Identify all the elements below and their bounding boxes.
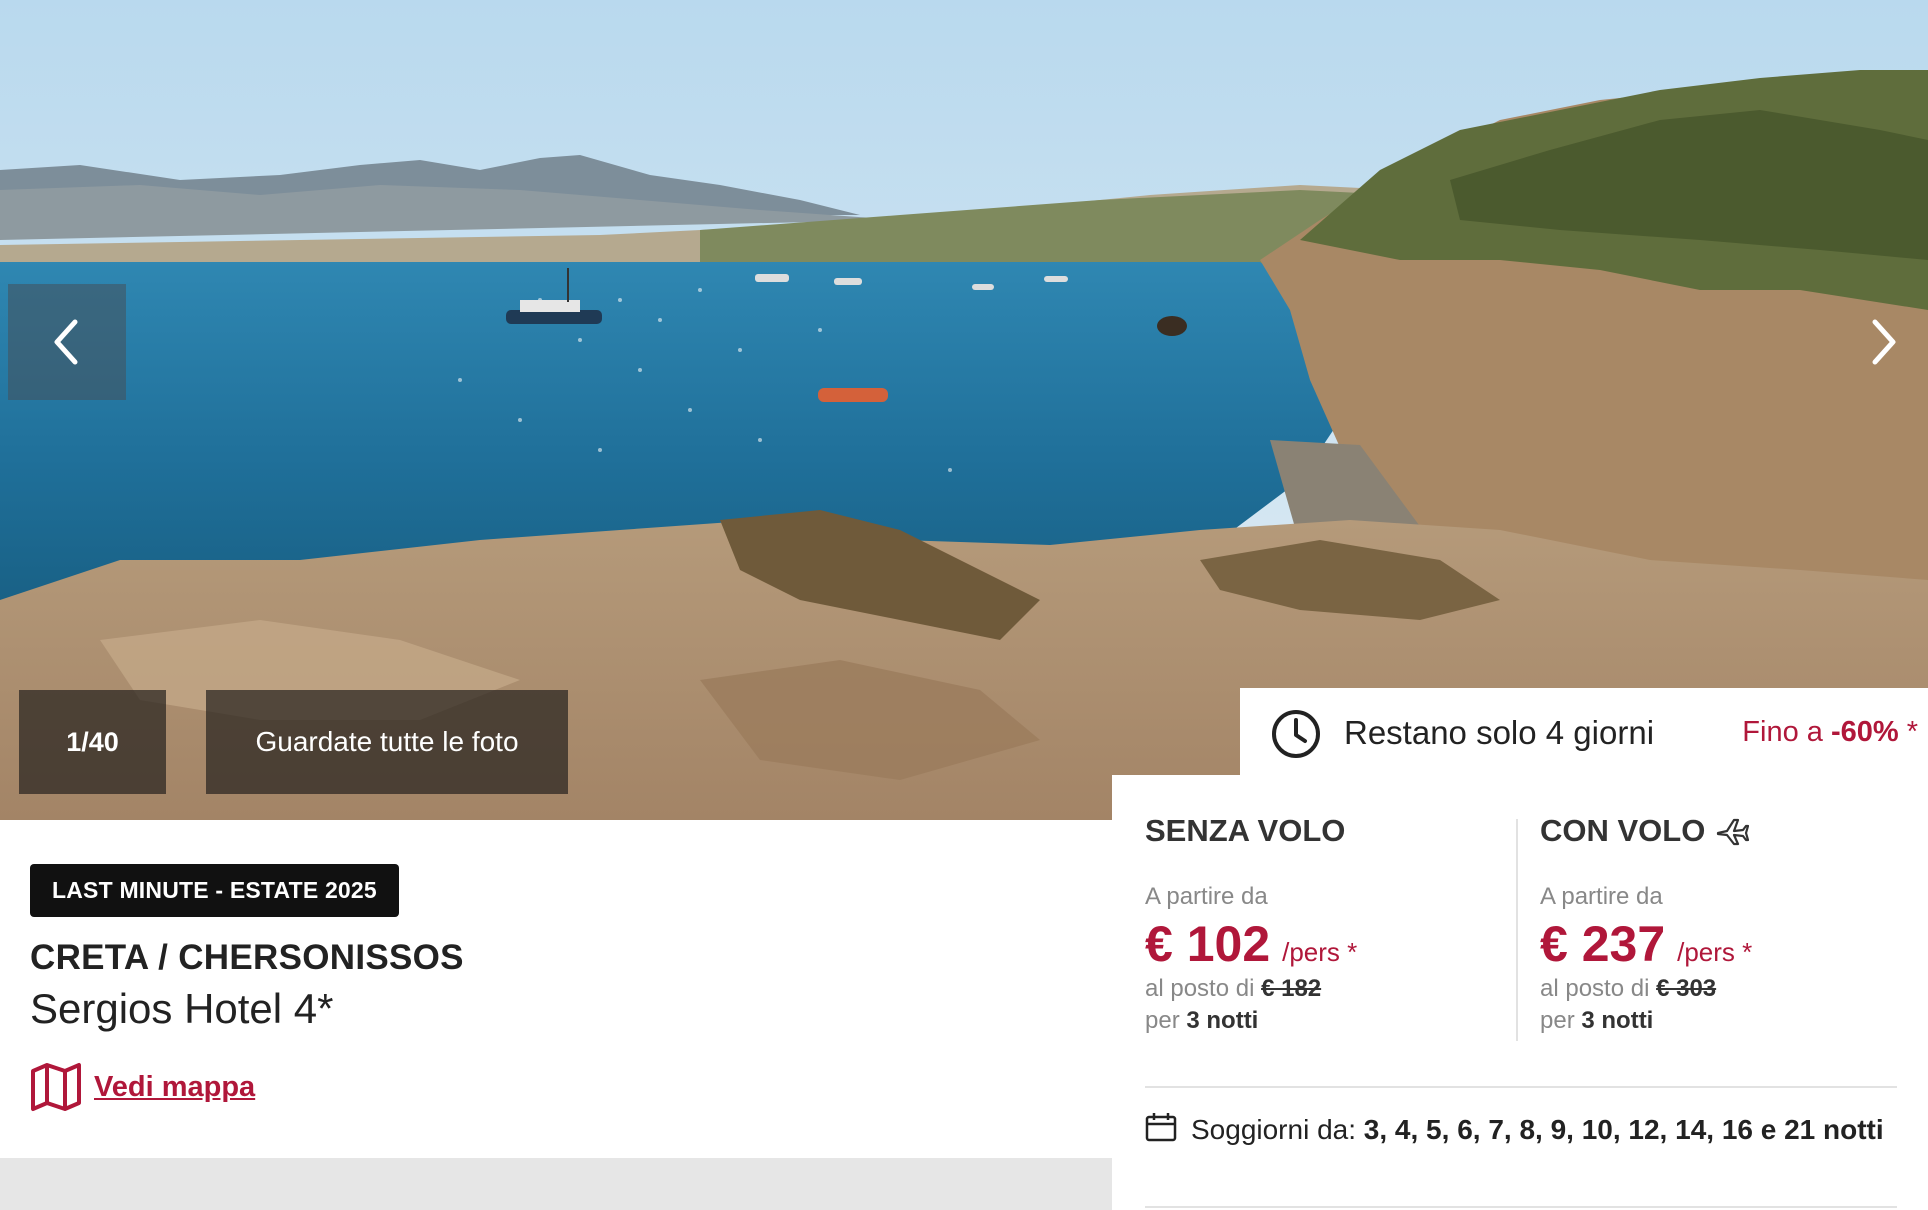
chevron-left-icon <box>54 319 78 365</box>
view-map-label[interactable]: Vedi mappa <box>94 1071 255 1104</box>
next-photo-button[interactable] <box>1838 284 1928 400</box>
discount-value: -60% <box>1830 716 1899 748</box>
section-divider <box>1145 1086 1897 1088</box>
nights-count: 3 notti <box>1581 1007 1654 1034</box>
with-flight-column[interactable]: CON VOLO A partire da € 237 /pers * al p… <box>1540 811 1900 1035</box>
chevron-right-icon <box>1872 319 1896 365</box>
view-all-photos-button[interactable]: Guardate tutte le foto <box>206 690 568 794</box>
nights-line: per 3 notti <box>1540 1007 1654 1034</box>
destination-title: CRETA / CHERSONISSOS <box>30 938 464 977</box>
prev-photo-button[interactable] <box>8 284 126 400</box>
without-flight-column[interactable]: SENZA VOLO A partire da € 102 /pers * al… <box>1145 811 1505 1035</box>
from-label: A partire da <box>1145 883 1268 910</box>
column-divider <box>1516 819 1518 1041</box>
nights-count: 3 notti <box>1186 1007 1259 1034</box>
plane-icon <box>1717 818 1750 846</box>
stays-label: Soggiorni da: <box>1191 1114 1364 1145</box>
per-person-label: /pers * <box>1677 937 1753 967</box>
with-flight-title: CON VOLO <box>1540 811 1900 851</box>
offer-badge: LAST MINUTE - ESTATE 2025 <box>30 864 399 917</box>
timer-text: Restano solo 4 giorni <box>1344 714 1655 751</box>
price-panel: SENZA VOLO A partire da € 102 /pers * al… <box>1112 775 1928 1210</box>
old-price: € 182 <box>1261 975 1322 1002</box>
clock-icon <box>1272 710 1320 758</box>
stay-durations: Soggiorni da: 3, 4, 5, 6, 7, 8, 9, 10, 1… <box>1145 1111 1905 1148</box>
per-person-label: /pers * <box>1282 937 1358 967</box>
view-map-link[interactable]: Vedi mappa <box>30 1062 255 1112</box>
price-value: € 102 <box>1145 916 1271 972</box>
old-price-line: al posto di € 303 <box>1540 975 1717 1002</box>
without-flight-title: SENZA VOLO <box>1145 813 1346 848</box>
map-icon <box>31 1063 81 1111</box>
calendar-icon <box>1145 1113 1177 1142</box>
promo-timer: Restano solo 4 giorni Fino a -60% * <box>1240 688 1928 780</box>
stays-values: 3, 4, 5, 6, 7, 8, 9, 10, 12, 14, 16 e 21… <box>1363 1114 1884 1145</box>
section-divider <box>1145 1206 1897 1208</box>
price-value: € 237 <box>1540 916 1666 972</box>
hotel-name: Sergios Hotel 4* <box>30 985 334 1032</box>
photo-counter: 1/40 <box>19 690 166 794</box>
old-price: € 303 <box>1656 975 1717 1002</box>
footer-strip <box>0 1158 1112 1210</box>
nights-line: per 3 notti <box>1145 1007 1259 1034</box>
old-price-line: al posto di € 182 <box>1145 975 1322 1002</box>
discount-label: Fino a -60% * <box>1742 716 1918 748</box>
from-label: A partire da <box>1540 883 1663 910</box>
